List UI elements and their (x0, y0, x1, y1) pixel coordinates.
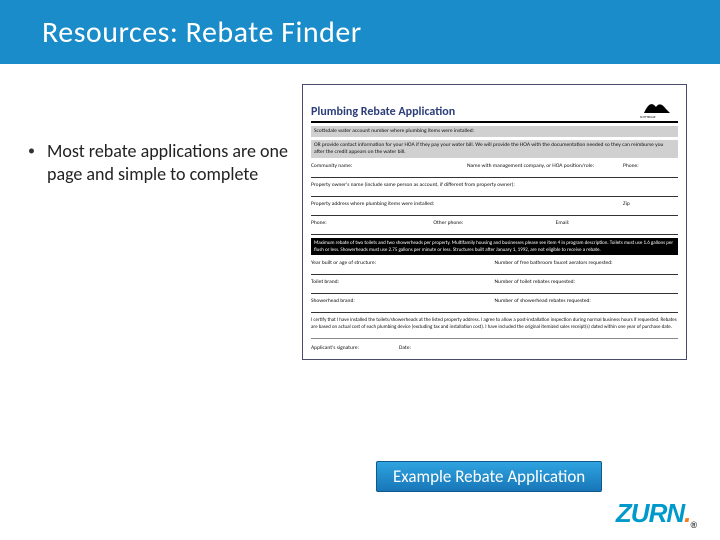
field-row-community: Community name: Name with management com… (311, 161, 678, 178)
field-owner: Property owner's name (include same pers… (311, 182, 678, 188)
field-toilet-count: Number of toilet rebates requested: (495, 279, 679, 285)
field-row-shower: Showerhead brand: Number of showerhead r… (311, 296, 678, 313)
field-row-contact: Phone: Other phone: Email: (311, 218, 678, 235)
certification-text: I certify that I have installed the toil… (311, 315, 678, 332)
svg-text:SCOTTSDALE: SCOTTSDALE (640, 115, 656, 119)
field-phone: Phone: (311, 220, 433, 226)
black-band: Maximum rebate of two toilets and two sh… (311, 238, 678, 255)
field-aerators: Number of free bathroom faucet aerators … (495, 260, 679, 266)
field-date: Date: (399, 345, 411, 351)
bullet-dot-icon: • (28, 140, 35, 186)
right-column: Plumbing Rebate Application SCOTTSDALE S… (302, 84, 702, 360)
field-shower-count: Number of showerhead rebates requested: (495, 298, 679, 304)
form-header: Plumbing Rebate Application SCOTTSDALE (311, 91, 678, 123)
field-shower-brand: Showerhead brand: (311, 298, 495, 304)
form-document: Plumbing Rebate Application SCOTTSDALE S… (302, 84, 687, 360)
bullet-item: • Most rebate applications are one page … (28, 140, 288, 186)
field-email: Email: (556, 220, 678, 226)
field-year: Year built or age of structure: (311, 260, 495, 266)
left-column: • Most rebate applications are one page … (28, 84, 288, 360)
brand-text: ZURN (616, 498, 684, 528)
city-logo-icon: SCOTTSDALE (636, 91, 678, 119)
gray-band-1: Scottsdale water account number where pl… (311, 126, 678, 137)
field-row-year: Year built or age of structure: Number o… (311, 258, 678, 275)
field-other-phone: Other phone: (433, 220, 555, 226)
caption-label: Example Rebate Application (376, 461, 602, 492)
signature-row: Applicant's signature: Date: (311, 338, 678, 353)
zurn-logo-icon: ZURN.® (616, 498, 696, 530)
field-address: Property address where plumbing items we… (311, 201, 623, 207)
registered-icon: ® (690, 520, 696, 530)
form-title: Plumbing Rebate Application (311, 105, 455, 119)
page-title: Resources: Rebate Finder (42, 14, 362, 51)
field-hoa-phone: Phone: (623, 163, 678, 169)
field-hoa-name: Name with management company, or HOA pos… (467, 163, 623, 169)
gray-band-2: OR provide contact information for your … (311, 140, 678, 158)
field-toilet-brand: Toilet brand: (311, 279, 495, 285)
field-row-toilet: Toilet brand: Number of toilet rebates r… (311, 277, 678, 294)
field-row-owner: Property owner's name (include same pers… (311, 180, 678, 197)
field-zip: Zip (623, 201, 678, 207)
field-row-address: Property address where plumbing items we… (311, 199, 678, 216)
content-area: • Most rebate applications are one page … (0, 64, 720, 360)
field-community: Community name: (311, 163, 467, 169)
bullet-text: Most rebate applications are one page an… (47, 140, 288, 186)
field-signature: Applicant's signature: (311, 345, 359, 351)
title-bar: Resources: Rebate Finder (0, 0, 720, 64)
